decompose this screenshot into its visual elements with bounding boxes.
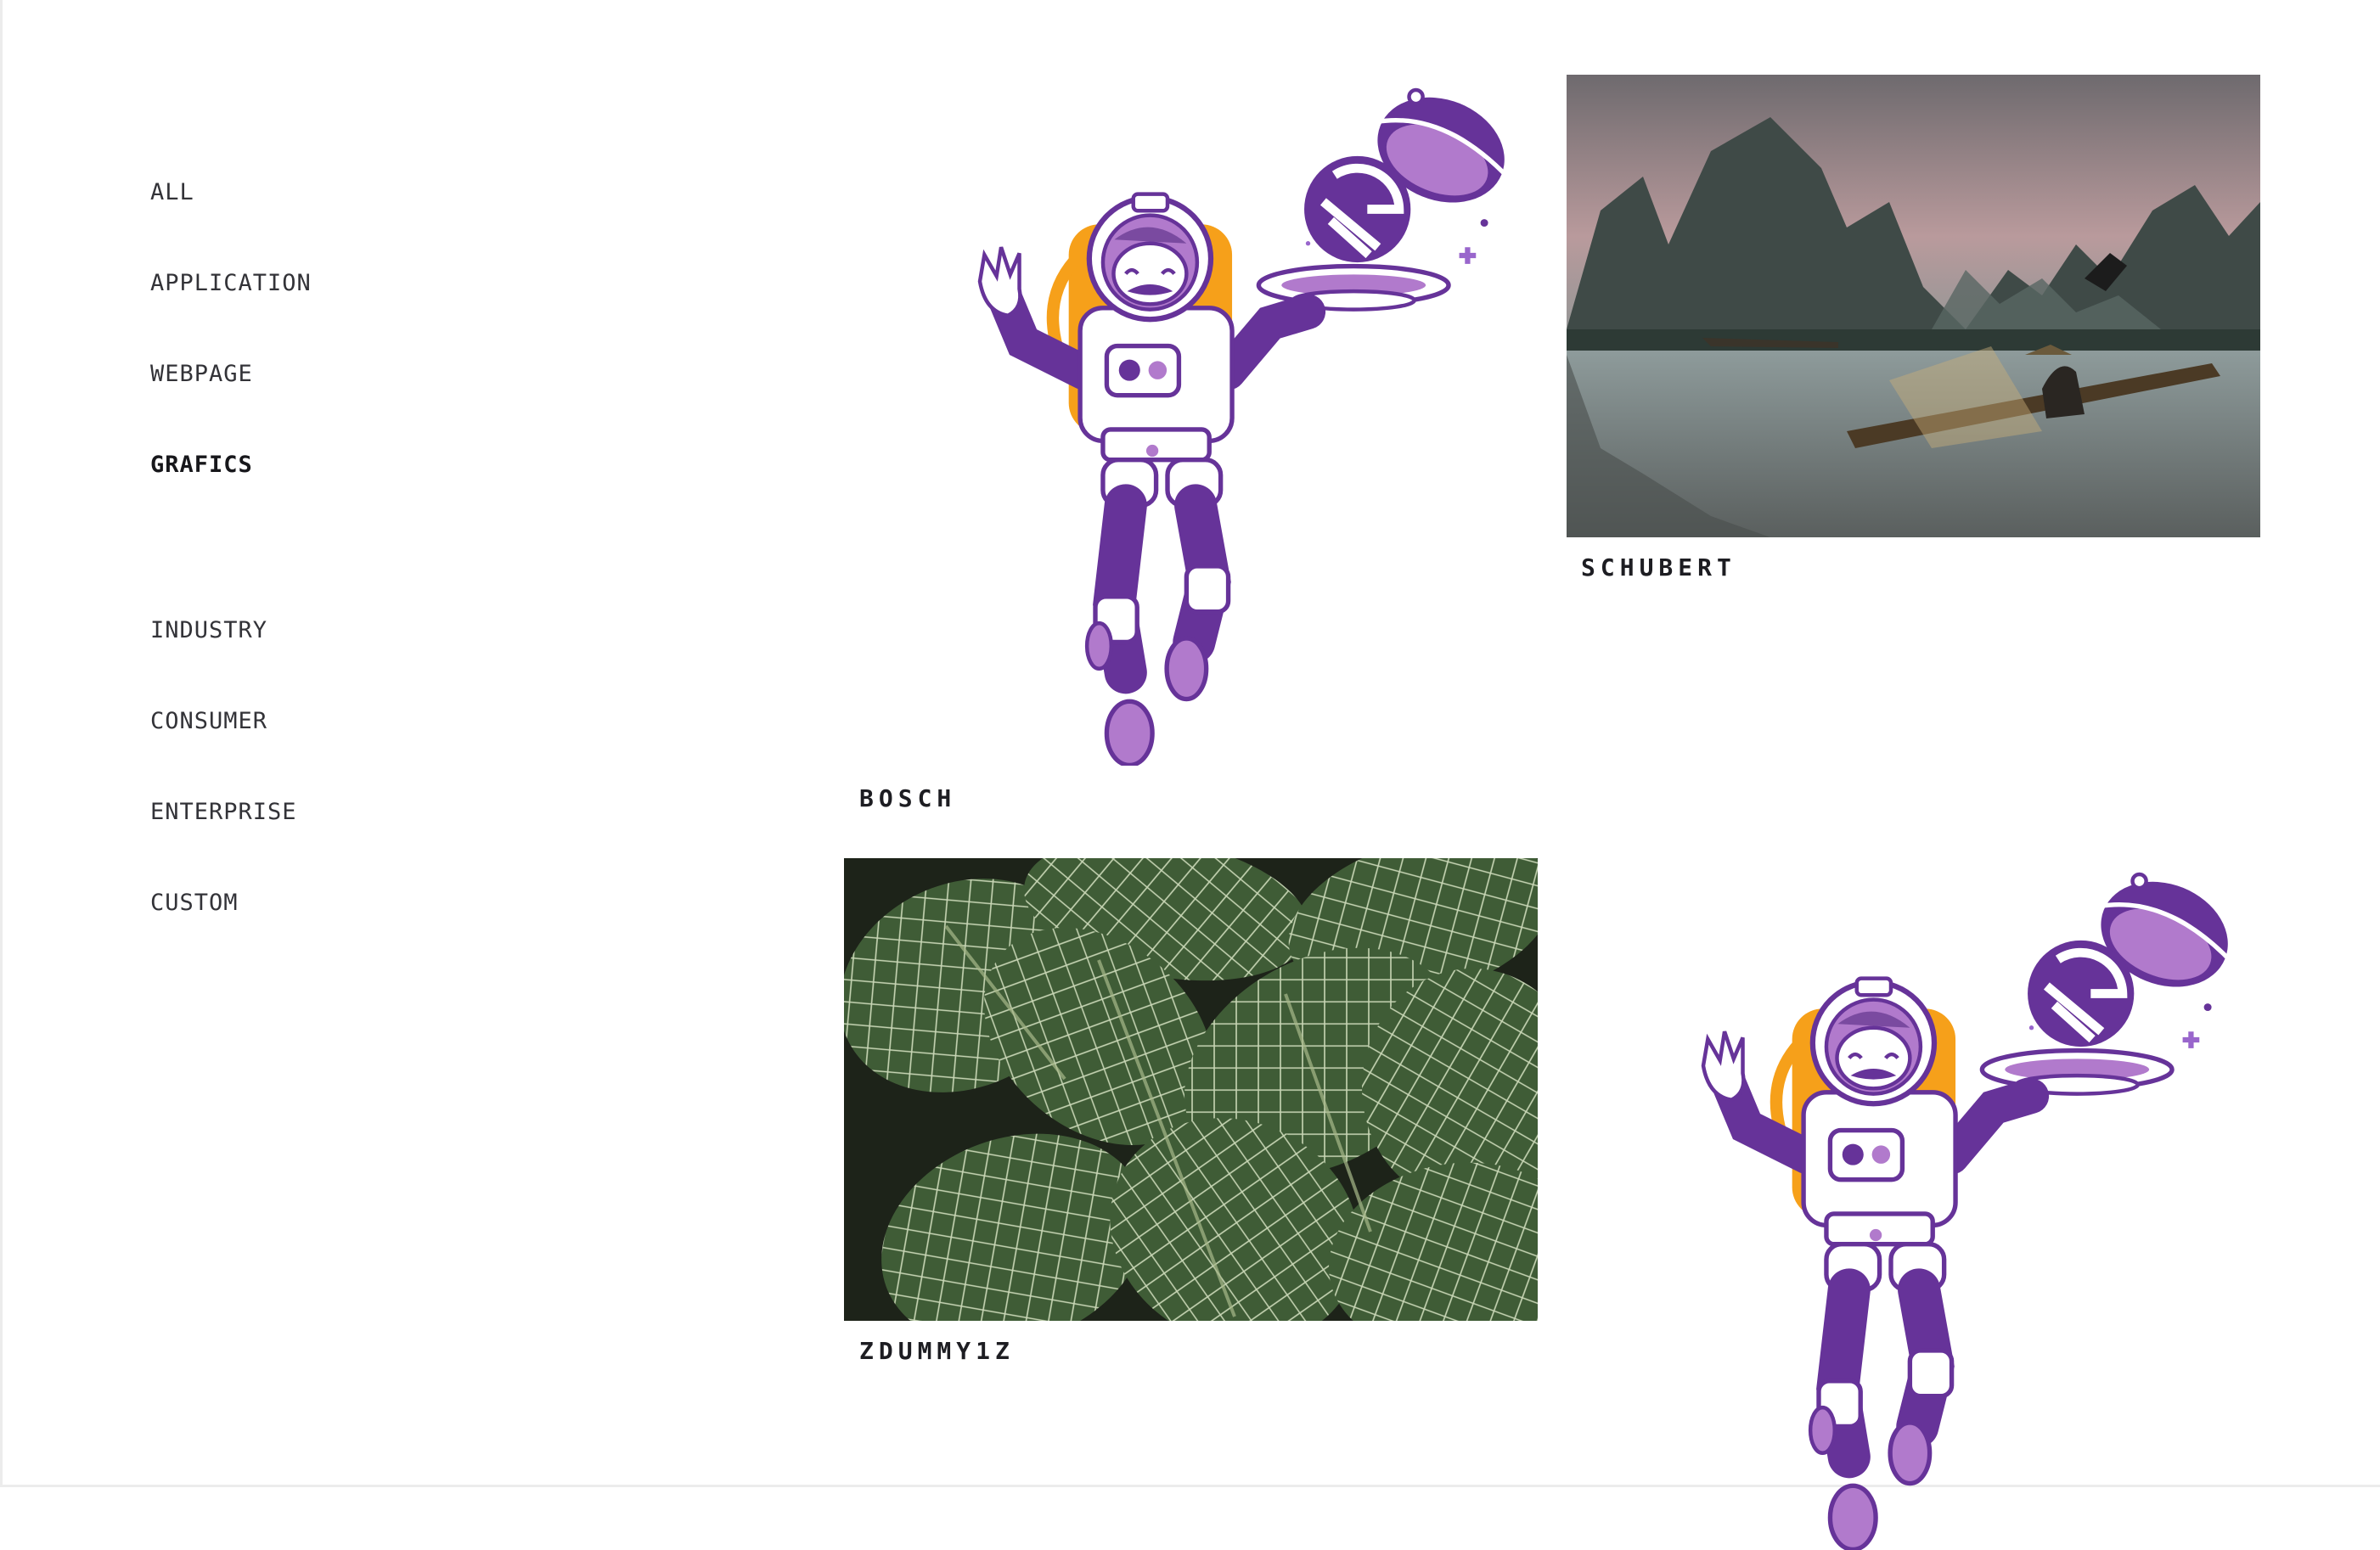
filter-grafics[interactable]: GRAFICS [150, 452, 253, 478]
river-landscape-photo[interactable] [1567, 75, 2260, 537]
filter-custom[interactable]: CUSTOM [150, 890, 239, 916]
page-left-border [0, 0, 3, 1487]
green-leaves-photo[interactable] [844, 858, 1538, 1321]
filter-webpage[interactable]: WEBPAGE [150, 361, 253, 387]
filter-all[interactable]: ALL [150, 179, 194, 205]
filter-industry[interactable]: INDUSTRY [150, 617, 267, 643]
card-caption[interactable]: SCHUBERT [1581, 553, 1736, 581]
astronaut-illustration[interactable] [1674, 862, 2252, 1550]
card-caption[interactable]: BOSCH [859, 784, 956, 812]
card-caption[interactable]: ZDUMMY1Z [859, 1337, 1015, 1365]
filter-consumer[interactable]: CONSUMER [150, 708, 267, 734]
astronaut-illustration[interactable] [951, 78, 1528, 766]
filter-application[interactable]: APPLICATION [150, 270, 312, 296]
filter-enterprise[interactable]: ENTERPRISE [150, 799, 297, 825]
